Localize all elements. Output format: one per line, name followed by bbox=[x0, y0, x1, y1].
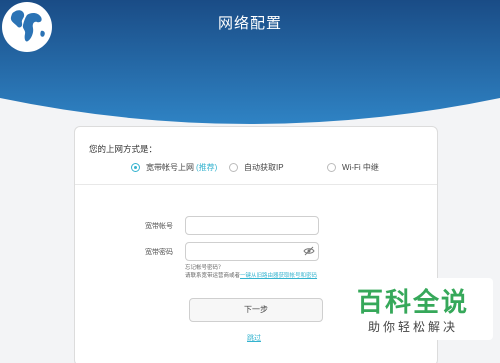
skip-link[interactable]: 跳过 bbox=[247, 333, 261, 343]
page-title: 网络配置 bbox=[217, 15, 282, 32]
option-pppoe-label: 宽带帐号上网 bbox=[146, 163, 194, 172]
password-label: 宽带密码 bbox=[145, 249, 173, 256]
account-label: 宽带帐号 bbox=[145, 223, 173, 230]
next-button[interactable]: 下一步 bbox=[189, 298, 323, 322]
globe-icon bbox=[2, 2, 52, 52]
radio-unchecked-icon[interactable] bbox=[229, 163, 238, 172]
option-dhcp-label: 自动获取IP bbox=[244, 163, 284, 172]
account-input[interactable] bbox=[185, 216, 319, 235]
import-from-old-router-link[interactable]: 一键从旧路由器获取帐号和密码 bbox=[240, 273, 317, 279]
option-pppoe[interactable]: 宽带帐号上网 (推荐) bbox=[131, 162, 217, 173]
option-wifi-relay-label: Wi-Fi 中继 bbox=[342, 163, 379, 172]
option-wifi-relay[interactable]: Wi-Fi 中继 bbox=[327, 162, 379, 173]
header-banner: 网络配置 bbox=[0, 0, 500, 135]
password-input[interactable] bbox=[185, 242, 319, 261]
option-dhcp[interactable]: 自动获取IP bbox=[229, 162, 284, 173]
recommended-badge: (推荐) bbox=[196, 163, 218, 172]
connection-mode-title: 您的上网方式是： bbox=[89, 144, 158, 154]
eye-off-icon[interactable] bbox=[303, 246, 315, 256]
radio-checked-icon[interactable] bbox=[131, 163, 140, 172]
watermark: 百科全说 助你轻松解决 bbox=[333, 278, 493, 340]
radio-unchecked-icon[interactable] bbox=[327, 163, 336, 172]
watermark-logo-text: 百科全说 bbox=[356, 288, 469, 318]
contact-hint-text: 请联系宽带运营商或者 bbox=[185, 273, 241, 279]
contact-hint: 请联系宽带运营商或者一键从旧路由器获取帐号和密码 bbox=[185, 271, 317, 279]
watermark-slogan: 助你轻松解决 bbox=[367, 320, 458, 334]
forgot-hint: 忘记帐号密码？ bbox=[185, 265, 224, 271]
divider bbox=[75, 184, 437, 185]
